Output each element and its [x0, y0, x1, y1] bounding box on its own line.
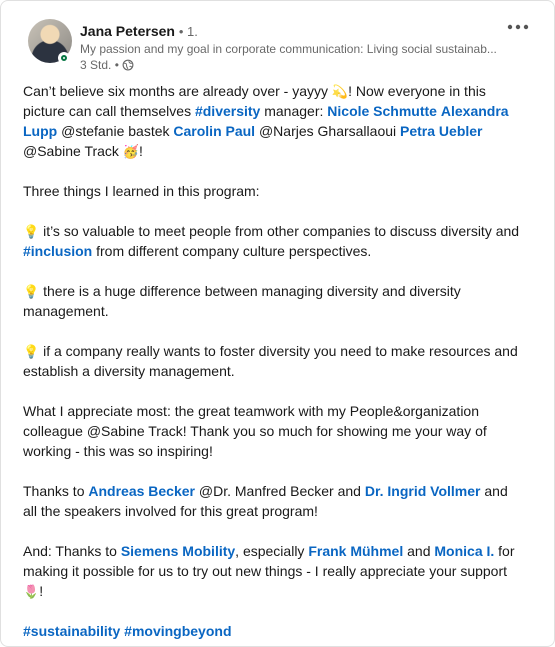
hashtag-movingbeyond[interactable]: #movingbeyond — [124, 623, 231, 639]
text: ! — [139, 143, 143, 159]
author-headline[interactable]: My passion and my goal in corporate comm… — [80, 41, 510, 57]
mention-ingrid-vollmer[interactable]: Dr. Ingrid Vollmer — [365, 483, 481, 499]
post-paragraph: 💡 it’s so valuable to meet people from o… — [23, 221, 523, 261]
text: Thanks to — [23, 483, 89, 499]
mention-nicole-schmutte[interactable]: Nicole Schmutte — [327, 103, 437, 119]
text: @stefanie bastek — [57, 123, 174, 139]
connection-degree: • 1. — [178, 24, 198, 39]
text: if a company really wants to foster dive… — [23, 343, 518, 379]
post-text: Can’t believe six months are already ove… — [23, 81, 523, 646]
author-avatar[interactable] — [28, 19, 72, 64]
text: @Dr. Manfred Becker and — [195, 483, 365, 499]
mention-monica-i[interactable]: Monica I. — [434, 543, 494, 559]
author-name[interactable]: Jana Petersen — [80, 23, 175, 39]
lightbulb-emoji: 💡 — [23, 284, 40, 299]
text: ! — [39, 583, 44, 599]
text: from different company culture perspecti… — [92, 243, 372, 259]
text: and — [403, 543, 435, 559]
post-paragraph: 💡 if a company really wants to foster di… — [23, 341, 523, 381]
post-hashtags: #sustainability #movingbeyond — [23, 621, 523, 641]
mention-andreas-becker[interactable]: Andreas Becker — [88, 483, 195, 499]
hashtag-inclusion[interactable]: #inclusion — [23, 243, 92, 259]
text: @Sabine Track — [23, 143, 119, 159]
text: it’s so valuable to meet people from oth… — [39, 223, 520, 239]
post-timestamp: 3 Std. • — [80, 57, 134, 73]
online-status-icon — [58, 52, 70, 64]
dizzy-emoji: 💫 — [331, 84, 349, 99]
hashtag-sustainability[interactable]: #sustainability — [23, 623, 120, 639]
post-paragraph: 💡 there is a huge difference between man… — [23, 281, 523, 321]
post-card: Jana Petersen • 1. My passion and my goa… — [0, 0, 555, 647]
lightbulb-emoji: 💡 — [23, 224, 40, 239]
tulip-emoji: 🌷 — [23, 584, 40, 599]
text: @Narjes Gharsallaoui — [255, 123, 401, 139]
post-paragraph: Three things I learned in this program: — [23, 183, 260, 199]
text: And: Thanks to — [23, 543, 121, 559]
lightbulb-emoji: 💡 — [23, 344, 40, 359]
more-horizontal-icon — [507, 24, 529, 30]
more-options-button[interactable] — [504, 15, 532, 39]
hashtag-diversity[interactable]: #diversity — [195, 103, 260, 119]
post-paragraph: Can’t believe six months are already ove… — [23, 81, 523, 161]
text: manager: — [260, 103, 328, 119]
post-paragraph: And: Thanks to Siemens Mobility, especia… — [23, 541, 523, 601]
globe-icon — [122, 59, 134, 71]
text: , especially — [235, 543, 309, 559]
author-name-line: Jana Petersen • 1. — [80, 22, 198, 41]
text: there is a huge difference between manag… — [23, 283, 461, 319]
mention-petra-uebler[interactable]: Petra Uebler — [400, 123, 482, 139]
mention-frank-muehmel[interactable]: Frank Mühmel — [308, 543, 403, 559]
mention-siemens-mobility[interactable]: Siemens Mobility — [121, 543, 235, 559]
text: Can’t believe six months are already ove… — [23, 83, 332, 99]
party-emoji: 🥳 — [122, 144, 139, 159]
post-time: 3 Std. • — [80, 58, 119, 72]
post-header: Jana Petersen • 1. My passion and my goa… — [1, 1, 554, 81]
post-paragraph: Thanks to Andreas Becker @Dr. Manfred Be… — [23, 481, 523, 521]
post-paragraph: What I appreciate most: the great teamwo… — [23, 403, 487, 459]
mention-carolin-paul[interactable]: Carolin Paul — [173, 123, 255, 139]
